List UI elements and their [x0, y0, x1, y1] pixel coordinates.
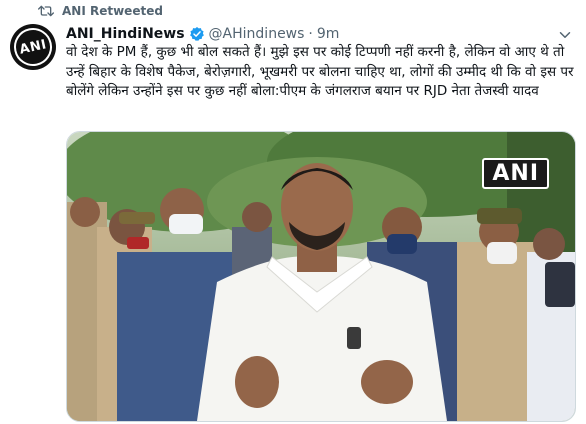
avatar-logo: ANI [10, 24, 56, 70]
ani-watermark: ANI [482, 158, 549, 189]
avatar-text: ANI [18, 36, 48, 58]
author-name[interactable]: ANI_HindiNews [66, 26, 185, 42]
tweet-header: ANI_HindiNews @AHindinews · 9m [66, 24, 339, 44]
verified-badge-icon [189, 27, 204, 41]
author-handle[interactable]: @AHindinews [209, 26, 305, 42]
retweet-label[interactable]: ANI Retweeted [62, 4, 163, 18]
tweet-timestamp[interactable]: 9m [317, 26, 340, 42]
retweet-icon [38, 5, 54, 17]
tweet-media-image[interactable]: ANI [66, 131, 576, 422]
chevron-down-icon[interactable] [556, 26, 574, 44]
retweet-indicator: ANI Retweeted [38, 2, 163, 20]
tweet-text: वो देश के PM हैं, कुछ भी बोल सकते हैं। म… [66, 44, 574, 99]
separator-dot: · [308, 26, 313, 42]
avatar[interactable]: ANI [10, 24, 56, 70]
